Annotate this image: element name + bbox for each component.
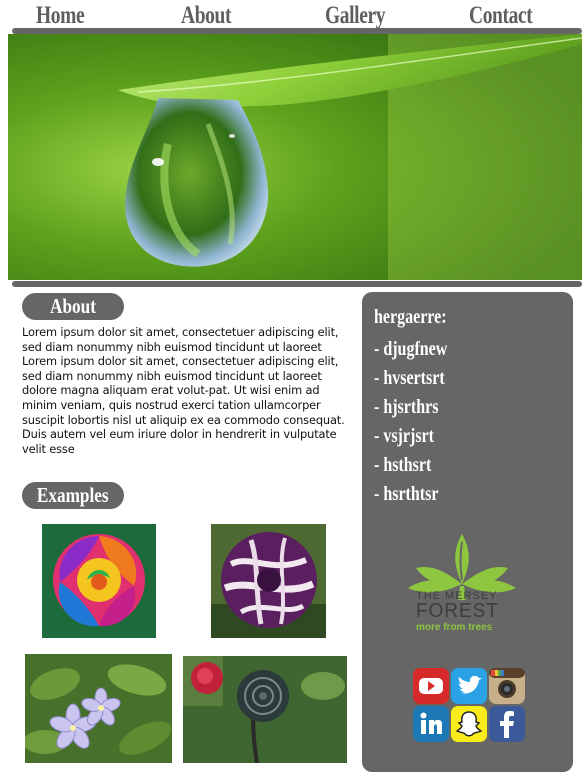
rainbow-rose-image[interactable] [42, 524, 156, 638]
hero-image [8, 34, 582, 280]
about-heading-pill: About [22, 293, 124, 320]
striped-rose-image[interactable] [211, 524, 326, 638]
sidebar: hergaerre: - djugfnew - hvsertsrt - hjsr… [362, 292, 573, 772]
nav-home-link[interactable]: Home [36, 1, 85, 31]
logo-line-2: FOREST [416, 600, 499, 622]
about-paragraph: Lorem ipsum dolor sit amet, consectetuer… [22, 325, 345, 456]
top-nav: Home About Gallery Contact [0, 0, 584, 30]
water-drop-on-leaf-image [8, 34, 582, 280]
sidebar-item[interactable]: - hsrthtsr [374, 480, 447, 509]
nav-gallery-link[interactable]: Gallery [325, 1, 385, 31]
twitter-icon[interactable] [451, 668, 487, 704]
nav-about-link[interactable]: About [181, 1, 231, 31]
examples-heading-pill: Examples [22, 482, 124, 509]
sidebar-item[interactable]: - hsthsrt [374, 451, 447, 480]
hero-divider [12, 281, 582, 287]
about-heading: About [50, 294, 96, 318]
periwinkle-flowers-image[interactable] [25, 654, 172, 763]
black-rose-image[interactable] [183, 656, 347, 763]
sidebar-item[interactable]: - vsjrjsrt [374, 422, 447, 451]
sidebar-list: - djugfnew - hvsertsrt - hjsrthrs - vsjr… [374, 335, 466, 509]
snapchat-icon[interactable] [451, 706, 487, 742]
youtube-icon[interactable] [413, 668, 449, 704]
sidebar-item[interactable]: - hjsrthrs [374, 393, 447, 422]
instagram-icon[interactable] [489, 668, 525, 704]
examples-heading: Examples [37, 483, 109, 507]
nav-contact-link[interactable]: Contact [469, 1, 533, 31]
linkedin-icon[interactable] [413, 706, 449, 742]
sidebar-item[interactable]: - hvsertsrt [374, 364, 447, 393]
sidebar-title: hergaerre: [374, 306, 447, 328]
logo-tagline: more from trees [416, 622, 493, 633]
sidebar-item[interactable]: - djugfnew [374, 335, 447, 364]
facebook-icon[interactable] [489, 706, 525, 742]
